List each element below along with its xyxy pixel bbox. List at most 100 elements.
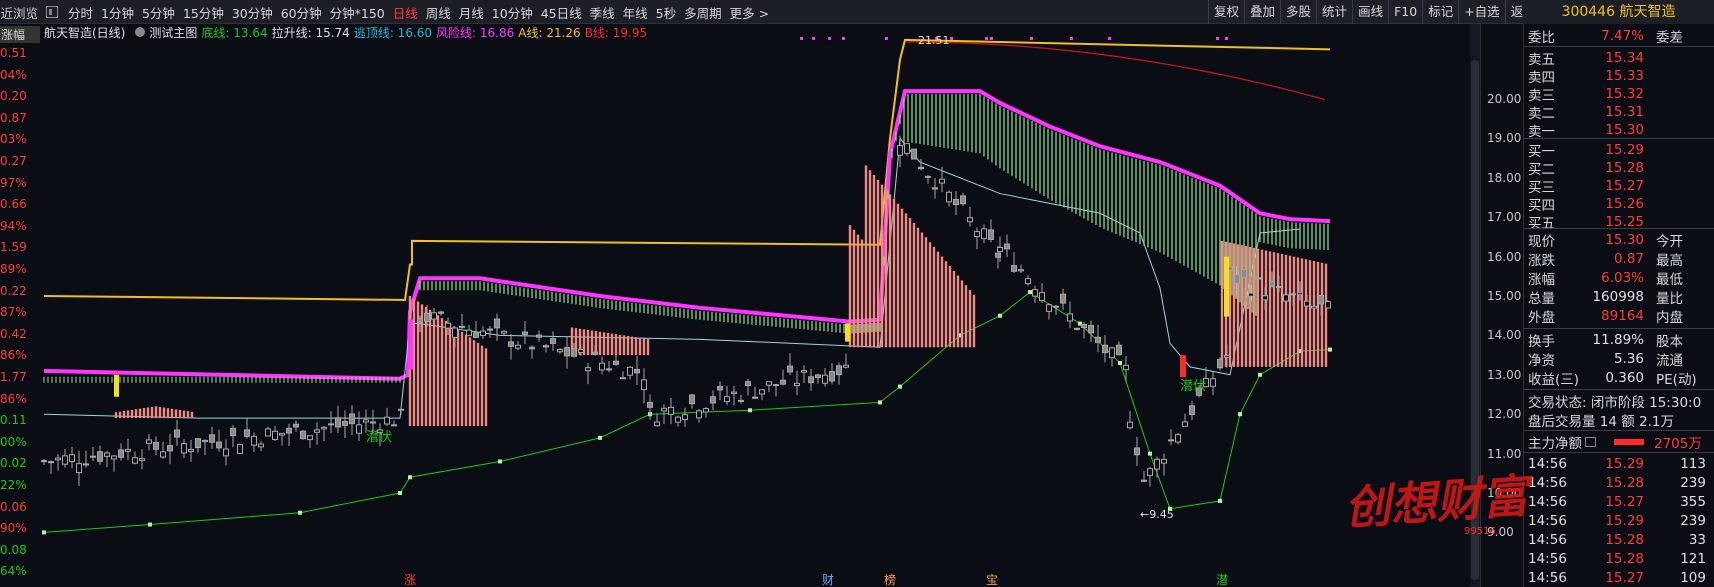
period-tab-1[interactable]: 1分钟	[97, 3, 138, 22]
candle-body	[1127, 421, 1133, 429]
candle-body	[1147, 468, 1153, 476]
candle-body	[480, 330, 486, 337]
bottom-line-marker	[498, 459, 502, 464]
recent-browse-button[interactable]: 最近浏览	[0, 3, 38, 22]
tool-button-7[interactable]: +自选	[1458, 0, 1504, 24]
main-flow-row[interactable]: 主力净额 2705万	[1528, 432, 1711, 452]
candle-body	[668, 406, 674, 415]
candle-body	[97, 451, 103, 462]
bid-price[interactable]: 15.28	[1592, 160, 1644, 176]
period-tab-0[interactable]: 分时	[64, 3, 97, 22]
ask-price[interactable]: 15.32	[1592, 86, 1644, 102]
candle-body	[195, 438, 201, 449]
period-tab-11[interactable]: 45日线	[537, 3, 586, 22]
tick-time: 14:56	[1528, 550, 1567, 567]
ask-price[interactable]: 15.34	[1592, 50, 1644, 66]
period-tab-12[interactable]: 季线	[586, 3, 619, 22]
candle-body	[904, 143, 910, 154]
candle-body	[508, 341, 514, 347]
candle-body	[613, 360, 619, 365]
tool-button-2[interactable]: 多股	[1280, 0, 1316, 24]
candle-body	[1210, 378, 1216, 387]
price-axis-label: 20.00	[1487, 92, 1522, 106]
period-tab-4[interactable]: 30分钟	[228, 3, 277, 22]
candle-body	[1154, 458, 1160, 470]
candle-body	[731, 391, 737, 394]
candle-body	[349, 413, 355, 425]
left-axis-label: 64%	[0, 564, 27, 579]
top-dot	[990, 37, 993, 40]
tool-button-1[interactable]: 叠加	[1244, 0, 1280, 24]
candle-body	[1318, 294, 1324, 305]
quote-row: 现价 15.30 今开	[1528, 230, 1711, 250]
bid-price[interactable]: 15.26	[1592, 196, 1644, 212]
quote-label: 外盘	[1528, 309, 1555, 326]
candle-body	[988, 229, 994, 240]
candle-body	[752, 396, 758, 399]
candle-body	[1297, 292, 1303, 296]
period-tab-3[interactable]: 15分钟	[179, 3, 228, 22]
event-marker[interactable]: 榜	[884, 572, 896, 587]
period-tab-10[interactable]: 10分钟	[488, 3, 537, 22]
event-marker[interactable]: 财	[822, 573, 834, 587]
tool-button-5[interactable]: F10	[1388, 0, 1422, 24]
candle-body	[536, 334, 542, 338]
candle-body	[466, 329, 472, 337]
left-axis-label: 1.59	[0, 240, 27, 255]
candle-body	[738, 399, 744, 402]
tool-button-4[interactable]: 画线	[1352, 0, 1388, 24]
period-tab-7[interactable]: 日线	[389, 3, 422, 22]
indicator-dot-icon[interactable]	[135, 27, 146, 37]
indicator-name[interactable]: 测试主图	[149, 24, 197, 41]
candle-body	[1095, 336, 1101, 343]
fund-value: 11.89%	[1592, 331, 1644, 348]
candle-body	[585, 367, 591, 372]
ask-price[interactable]: 15.30	[1592, 122, 1644, 138]
left-axis-label: 87%	[0, 305, 27, 320]
candle-body	[1116, 344, 1122, 356]
period-tab-14[interactable]: 5秒	[652, 3, 680, 22]
bid-price[interactable]: 15.27	[1592, 178, 1644, 194]
candle-body	[160, 451, 166, 458]
kline-chart[interactable]: 21.51←9.45潜伏潜伏涨财榜宝潜	[0, 24, 1523, 587]
candle-body	[69, 454, 75, 462]
period-tab-13[interactable]: 年线	[619, 3, 652, 22]
period-tab-9[interactable]: 月线	[455, 3, 488, 22]
candle-body	[787, 365, 793, 373]
quote-value: 89164	[1601, 307, 1644, 324]
ask-label: 卖一	[1528, 123, 1555, 140]
left-axis-label: 0.22	[0, 283, 27, 298]
candle-body	[1074, 327, 1080, 330]
ask-price[interactable]: 15.33	[1592, 68, 1644, 84]
event-marker[interactable]: 宝	[986, 573, 998, 587]
tool-button-6[interactable]: 标记	[1422, 0, 1458, 24]
ask-label: 卖四	[1528, 69, 1555, 86]
ask-price[interactable]: 15.31	[1592, 104, 1644, 120]
top-dot	[800, 37, 803, 40]
candle-body	[703, 408, 709, 413]
period-tab-15[interactable]: 多周期	[680, 3, 726, 22]
event-marker[interactable]: 潜	[1216, 573, 1228, 587]
period-tab-8[interactable]: 周线	[422, 3, 455, 22]
candle-body	[1161, 458, 1167, 464]
bottom-line	[43, 291, 1331, 533]
left-axis: 涨幅 0.51 04% 0.20 0.87 03% 0.27 97% 0.66 94% 1.59 89…	[0, 24, 42, 587]
candle-body	[1168, 439, 1174, 442]
window-toggle-icon[interactable]	[46, 6, 58, 18]
period-tab-2[interactable]: 5分钟	[138, 3, 179, 22]
top-dot	[1108, 37, 1111, 40]
price-axis-label: 13.00	[1487, 367, 1522, 382]
tick-volume: 113	[1680, 455, 1706, 472]
bid-row: 买一 15.29	[1528, 140, 1711, 160]
tool-button-0[interactable]: 复权	[1208, 0, 1244, 24]
event-marker[interactable]: 涨	[404, 572, 416, 587]
period-tab-16[interactable]: 更多 >	[726, 3, 773, 22]
bid-price[interactable]: 15.29	[1592, 142, 1644, 158]
list-icon[interactable]	[1585, 436, 1596, 447]
candle-body	[1081, 323, 1087, 328]
left-axis-label: 0.20	[0, 89, 27, 104]
a-line	[43, 38, 1331, 301]
tool-button-3[interactable]: 统计	[1316, 0, 1352, 24]
period-tab-6[interactable]: 分钟*150	[326, 3, 389, 22]
period-tab-5[interactable]: 60分钟	[277, 3, 326, 22]
